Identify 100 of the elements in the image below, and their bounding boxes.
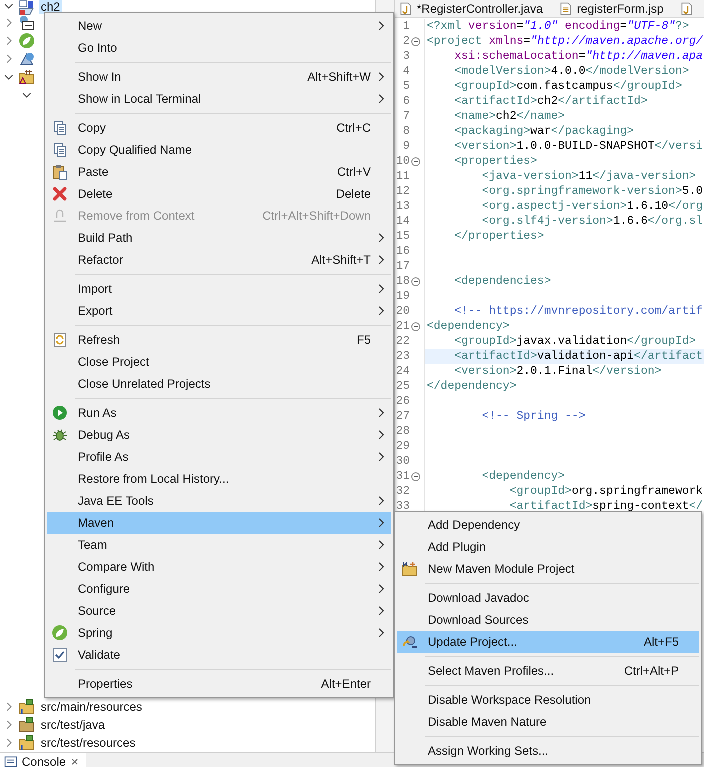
- line-number: 31: [395, 470, 410, 483]
- code-line: <?xml version="1.0" encoding="UTF-8"?>: [427, 20, 690, 33]
- fold-icon[interactable]: [411, 276, 421, 286]
- menu-item[interactable]: Select Maven Profiles... Ctrl+Alt+P: [397, 660, 699, 682]
- package-folder-icon: [19, 699, 35, 715]
- menu-item[interactable]: New: [47, 15, 391, 37]
- menu-item[interactable]: Validate: [47, 644, 391, 666]
- menu-item[interactable]: Run As: [47, 402, 391, 424]
- code-line: <groupId>javax.validation</groupId>: [454, 335, 696, 348]
- tree-item[interactable]: src/test/resources: [39, 736, 138, 750]
- line-number: 29: [395, 440, 410, 453]
- menu-item[interactable]: New Maven Module Project: [397, 558, 699, 580]
- line-number: 23: [395, 350, 410, 363]
- line-number: 6: [402, 95, 410, 108]
- line-number: 15: [395, 230, 410, 243]
- menu-item[interactable]: Download Javadoc: [397, 587, 699, 609]
- menu-item[interactable]: Disable Workspace Resolution: [397, 689, 699, 711]
- copy-icon: [52, 142, 68, 158]
- editor-tab[interactable]: registerForm.jsp: [559, 1, 672, 17]
- code-line: <name>ch2</name>: [454, 110, 566, 123]
- menu-item[interactable]: Add Plugin: [397, 536, 699, 558]
- line-number: 27: [395, 410, 410, 423]
- shortcut-label: Delete: [335, 187, 371, 201]
- menu-item[interactable]: Close Unrelated Projects: [47, 373, 391, 395]
- code-line: <artifactId>validation-api</artifact: [454, 350, 704, 363]
- line-number: 13: [395, 200, 410, 213]
- menu-item[interactable]: Assign Working Sets...: [397, 740, 699, 762]
- menu-item[interactable]: Compare With: [47, 556, 391, 578]
- update-icon: [402, 634, 418, 650]
- menu-item[interactable]: Team: [47, 534, 391, 556]
- menu-item[interactable]: Update Project... Alt+F5: [397, 631, 699, 653]
- menu-item[interactable]: Disable Maven Nature: [397, 711, 699, 733]
- tree-item[interactable]: src/test/java: [39, 718, 108, 732]
- menu-item[interactable]: Paste Ctrl+V: [47, 161, 391, 183]
- line-number: 11: [395, 170, 410, 183]
- line-number: 10: [395, 155, 410, 168]
- checkbox-icon: [52, 647, 68, 663]
- menu-item[interactable]: Go Into: [47, 37, 391, 59]
- folder-icon: [19, 69, 35, 85]
- code-line: <properties>: [454, 155, 538, 168]
- shortcut-label: Ctrl+V: [336, 165, 371, 179]
- menu-item[interactable]: Spring: [47, 622, 391, 644]
- code-line: <groupId>org.springframework: [508, 485, 704, 498]
- menu-item[interactable]: Copy Ctrl+C: [47, 117, 391, 139]
- menu-item[interactable]: Close Project: [47, 351, 391, 373]
- shortcut-label: Alt+Enter: [320, 677, 371, 691]
- code-line: <artifactId>ch2</artifactId>: [454, 95, 648, 108]
- editor-tab[interactable]: *RegisterController.java: [399, 1, 552, 17]
- menu-item[interactable]: Java EE Tools: [47, 490, 391, 512]
- shortcut-label: F5: [356, 333, 371, 347]
- line-number: 33: [395, 500, 410, 513]
- line-number: 12: [395, 185, 410, 198]
- menu-item[interactable]: Restore from Local History...: [47, 468, 391, 490]
- code-line: <version>1.0.0-BUILD-SNAPSHOT</versi: [454, 140, 704, 153]
- menu-item[interactable]: Import: [47, 278, 391, 300]
- code-line: <modelVersion>4.0.0</modelVersion>: [454, 65, 690, 78]
- panel-tab[interactable]: Console: [0, 753, 86, 767]
- fold-icon[interactable]: [411, 472, 421, 482]
- code-line: <dependencies>: [454, 275, 552, 288]
- bug-icon: [52, 427, 68, 443]
- code-line: xsi:schemaLocation="http://maven.apa: [454, 50, 704, 63]
- menu-item[interactable]: Source: [47, 600, 391, 622]
- tree-item[interactable]: src/main/resources: [39, 700, 144, 714]
- menu-item[interactable]: Show in Local Terminal: [47, 88, 391, 110]
- code-line: <dependency>: [427, 320, 510, 333]
- menu-item[interactable]: Copy Qualified Name: [47, 139, 391, 161]
- code-line: <project xmlns="http://maven.apache.org/: [427, 35, 704, 48]
- fold-icon[interactable]: [411, 36, 421, 46]
- menu-item[interactable]: Profile As: [47, 446, 391, 468]
- fold-icon[interactable]: [411, 322, 421, 332]
- copy-icon: [52, 120, 68, 136]
- line-number: 30: [395, 455, 410, 468]
- line-number: 20: [395, 305, 410, 318]
- menu-item[interactable]: Delete Delete: [47, 183, 391, 205]
- line-number: 16: [395, 245, 410, 258]
- menu-item[interactable]: Build Path: [47, 227, 391, 249]
- fold-icon[interactable]: [411, 156, 421, 166]
- line-number: 1: [402, 20, 410, 33]
- shortcut-label: Ctrl+C: [336, 121, 371, 135]
- menu-item[interactable]: Refactor Alt+Shift+T: [47, 249, 391, 271]
- line-number: 8: [402, 125, 410, 138]
- line-number: 22: [395, 335, 410, 348]
- package-folder-icon: [19, 735, 35, 751]
- line-number: 21: [395, 320, 410, 333]
- menu-item[interactable]: Show In Alt+Shift+W: [47, 66, 391, 88]
- code-line: <version>2.0.1.Final</version>: [454, 365, 662, 378]
- menu-item[interactable]: Export: [47, 300, 391, 322]
- close-icon: [70, 757, 80, 767]
- code-line: <!-- https://mvnrepository.com/artif: [454, 305, 704, 318]
- line-number: 7: [402, 110, 410, 123]
- line-number: 17: [395, 260, 410, 273]
- menu-item[interactable]: Configure: [47, 578, 391, 600]
- menu-item[interactable]: Properties Alt+Enter: [47, 673, 391, 695]
- menu-item[interactable]: Debug As: [47, 424, 391, 446]
- menu-item[interactable]: Maven: [47, 512, 391, 534]
- leaf-icon: [52, 625, 68, 641]
- menu-item[interactable]: Download Sources: [397, 609, 699, 631]
- menu-item[interactable]: Add Dependency: [397, 514, 699, 536]
- menu-item[interactable]: Refresh F5: [47, 329, 391, 351]
- code-line: <org.aspectj-version>1.6.10</org: [481, 200, 704, 213]
